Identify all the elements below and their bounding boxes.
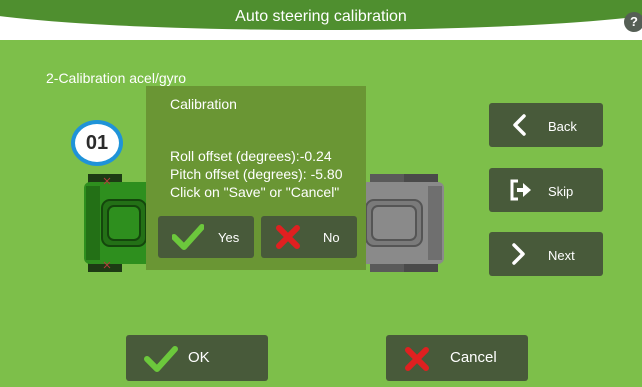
next-button[interactable]: Next [489, 232, 603, 276]
chevron-left-icon [509, 113, 529, 140]
yes-button[interactable]: Yes [158, 216, 254, 258]
skip-button[interactable]: Skip [489, 168, 603, 212]
cancel-button[interactable]: Cancel [386, 335, 528, 381]
yes-label: Yes [218, 230, 240, 245]
skip-label: Skip [548, 184, 574, 199]
pitch-offset-text: Pitch offset (degrees): -5.80 [170, 166, 343, 182]
step-label: 2-Calibration acel/gyro [46, 70, 187, 86]
check-icon [144, 346, 178, 376]
page-title: Auto steering calibration [235, 8, 407, 25]
calibration-screen: Auto steering calibration ? 2-Calibratio… [0, 0, 642, 387]
step-number-badge: 01 [71, 120, 123, 166]
cross-icon [275, 224, 301, 253]
chevron-right-icon [509, 242, 529, 269]
roll-offset-text: Roll offset (degrees):-0.24 [170, 148, 332, 164]
no-label: No [323, 230, 340, 245]
next-label: Next [548, 248, 575, 263]
no-button[interactable]: No [261, 216, 357, 258]
calibration-dialog: Calibration Roll offset (degrees):-0.24 … [146, 86, 366, 270]
back-button[interactable]: Back [489, 103, 603, 147]
instruction-text: Click on "Save" or "Cancel" [170, 184, 340, 200]
ok-button[interactable]: OK [126, 335, 268, 381]
tractor-inactive-icon [360, 174, 444, 272]
exit-arrow-icon [509, 178, 533, 205]
help-button[interactable]: ? [624, 12, 642, 32]
cross-icon [404, 346, 430, 376]
back-label: Back [548, 119, 577, 134]
dialog-title: Calibration [170, 96, 237, 112]
check-icon [171, 224, 205, 253]
cancel-label: Cancel [450, 349, 497, 366]
help-icon: ? [630, 14, 638, 29]
ok-label: OK [188, 349, 210, 366]
title-bar: Auto steering calibration ? [0, 0, 642, 40]
